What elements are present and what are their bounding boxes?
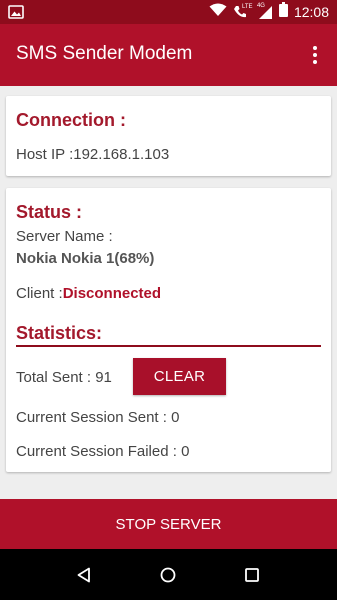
navigation-bar — [0, 549, 337, 600]
client-label: Client : — [16, 285, 63, 302]
server-name-value: Nokia Nokia 1(68%) — [16, 250, 155, 267]
host-ip-label: Host IP : — [16, 146, 74, 163]
status-heading: Status : — [16, 202, 83, 222]
lte-badge: LTE — [241, 4, 253, 10]
more-vert-icon[interactable] — [303, 41, 327, 69]
connection-card: Connection : Host IP :192.168.1.103 — [6, 96, 331, 176]
host-ip-row: Host IP :192.168.1.103 — [16, 146, 169, 163]
app-title: SMS Sender Modem — [16, 43, 193, 64]
clear-button[interactable]: CLEAR — [133, 358, 226, 395]
client-row: Client :Disconnected — [16, 285, 161, 302]
current-session-failed: Current Session Failed : 0 — [16, 443, 190, 460]
app-bar: SMS Sender Modem — [0, 24, 337, 86]
clock: 12:08 — [293, 4, 329, 20]
status-card: Status : Server Name : Nokia Nokia 1(68%… — [6, 188, 331, 472]
image-icon — [8, 4, 24, 25]
wifi-icon — [209, 3, 227, 22]
battery-icon — [278, 2, 288, 22]
call-icon: LTE — [233, 4, 253, 20]
recents-icon[interactable] — [240, 563, 264, 587]
home-icon[interactable] — [156, 563, 180, 587]
statistics-heading: Statistics: — [16, 323, 103, 343]
connection-heading: Connection : — [16, 110, 126, 130]
statistics-divider — [16, 345, 321, 347]
total-sent: Total Sent : 91 — [16, 369, 112, 386]
client-status: Disconnected — [62, 285, 162, 302]
current-session-sent: Current Session Sent : 0 — [16, 409, 180, 426]
status-bar: LTE 4G 12:08 — [0, 0, 337, 24]
stop-server-button[interactable]: STOP SERVER — [0, 499, 337, 549]
server-name-label: Server Name : — [16, 228, 113, 245]
back-icon[interactable] — [72, 563, 96, 587]
4g-badge: 4G — [256, 3, 265, 9]
host-ip-value: 192.168.1.103 — [73, 146, 170, 163]
signal-icon: 4G — [256, 3, 273, 20]
